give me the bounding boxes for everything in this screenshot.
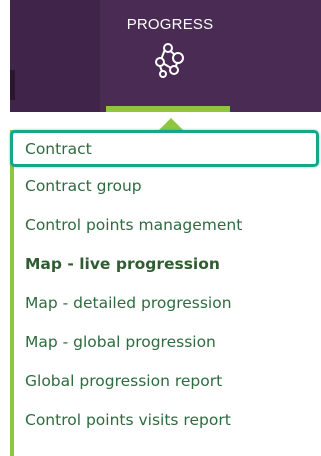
nav-tab-progress-label: PROGRESS (126, 16, 214, 33)
menu-item-map-global-progression[interactable]: Map - global progression (14, 323, 315, 362)
menu-item-global-progression-report[interactable]: Global progression report (14, 362, 315, 401)
dropdown-caret (159, 118, 183, 130)
progress-dropdown-menu: Contract Contract group Control points m… (10, 130, 319, 456)
progress-network-icon (155, 43, 184, 78)
menu-item-contract-group[interactable]: Contract group (14, 167, 315, 206)
menu-item-map-detailed-progression[interactable]: Map - detailed progression (14, 284, 315, 323)
nav-tab-progress[interactable]: PROGRESS (100, 0, 240, 112)
menu-item-control-points-visits-report[interactable]: Control points visits report (14, 401, 315, 440)
nav-tab-edge (10, 70, 15, 100)
active-tab-indicator (106, 106, 230, 112)
nav-tab-previous[interactable] (10, 0, 100, 112)
menu-item-control-points-management[interactable]: Control points management (14, 206, 315, 245)
menu-item-contract[interactable]: Contract (10, 130, 319, 167)
app-stage: PROGRESS Contract Contract group Control… (0, 0, 321, 456)
progress-menu-list: Contract Contract group Control points m… (10, 130, 319, 440)
menu-item-map-live-progression[interactable]: Map - live progression (14, 245, 315, 284)
